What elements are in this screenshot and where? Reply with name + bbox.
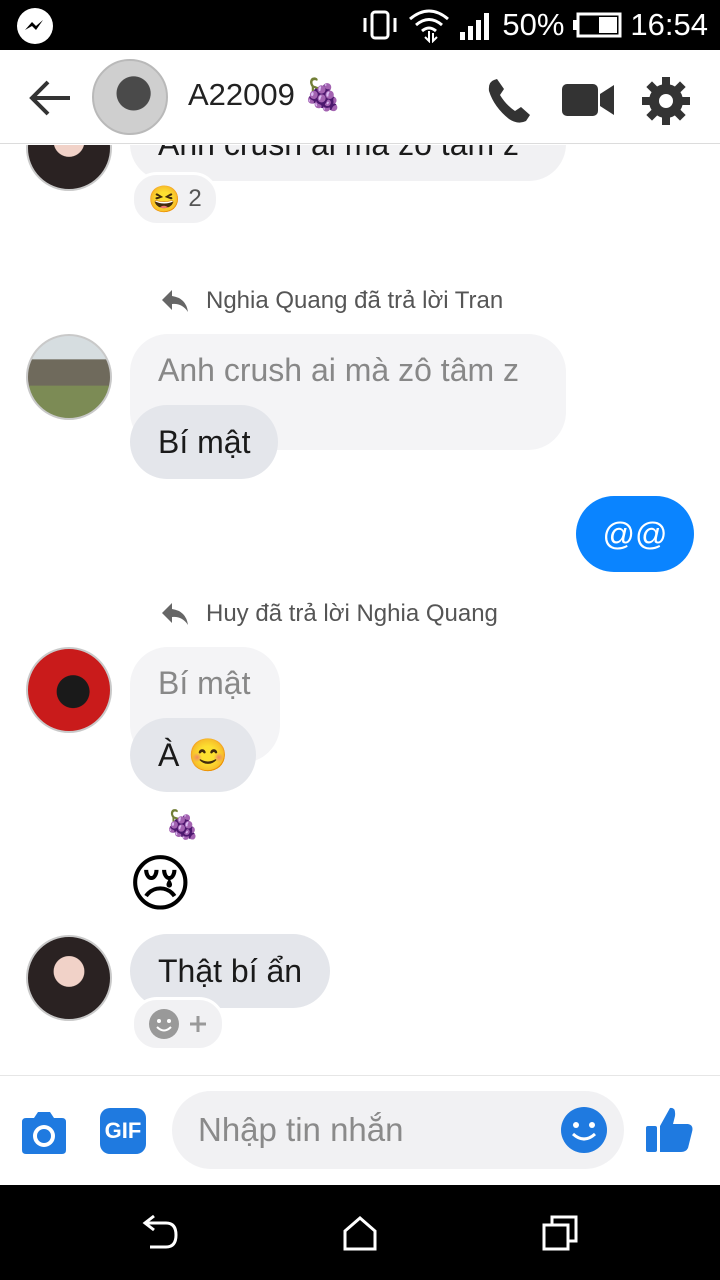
system-nav-bar (0, 1185, 720, 1280)
add-reaction-button[interactable] (131, 997, 225, 1051)
battery-icon (573, 12, 622, 38)
phone-icon[interactable] (484, 75, 536, 127)
sent-message-bubble[interactable]: @@ (576, 496, 694, 572)
laughing-emoji-icon: 😆 (148, 183, 181, 214)
signal-icon (460, 13, 490, 40)
reply-indicator: Huy đã trả lời Nghia Quang (160, 600, 498, 628)
reaction-count: 2 (188, 185, 202, 212)
wifi-icon (409, 9, 450, 43)
sender-avatar[interactable] (26, 647, 112, 733)
group-avatar[interactable] (92, 59, 168, 135)
reply-label: Nghia Quang đã trả lời Tran (206, 287, 504, 314)
crying-emoji-message[interactable]: 😢 (128, 853, 193, 915)
message-input-placeholder: Nhập tin nhắn (198, 1111, 404, 1148)
message-bubble[interactable]: À 😊 (130, 718, 257, 792)
status-bar: 50% 16:54 (0, 0, 720, 50)
plus-icon (190, 1016, 206, 1032)
grape-emoji-icon: 🍇 (165, 808, 200, 841)
settings-gear-icon[interactable] (640, 75, 692, 127)
home-nav-icon[interactable] (340, 1213, 380, 1253)
back-nav-icon[interactable] (140, 1213, 180, 1253)
recents-nav-icon[interactable] (540, 1213, 580, 1253)
vibrate-icon (363, 10, 397, 40)
back-arrow-icon[interactable] (26, 76, 76, 120)
emoji-picker-icon[interactable] (560, 1106, 608, 1154)
smiley-icon (149, 1009, 179, 1039)
reply-indicator: Nghia Quang đã trả lời Tran (160, 287, 503, 315)
clock: 16:54 (630, 7, 708, 42)
composer-bar: GIF Nhập tin nhắn (0, 1075, 720, 1185)
messenger-icon (17, 8, 53, 44)
conversation-header: A22009 🍇 (0, 50, 720, 144)
sender-avatar[interactable] (26, 334, 112, 420)
reply-arrow-icon (162, 603, 188, 625)
message-list[interactable]: Anh crush ai mà zô tâm z 😆 2 Nghia Quang… (0, 145, 720, 1075)
battery-percent: 50% (502, 7, 565, 42)
thumbs-up-icon[interactable] (644, 1104, 696, 1156)
reply-label: Huy đã trả lời Nghia Quang (206, 600, 498, 627)
reply-arrow-icon (162, 290, 188, 312)
sender-avatar[interactable] (26, 935, 112, 1021)
message-bubble[interactable]: Bí mật (130, 405, 279, 479)
reaction-pill[interactable]: 😆 2 (131, 172, 219, 226)
message-input[interactable]: Nhập tin nhắn (172, 1091, 624, 1169)
gif-button[interactable]: GIF (100, 1108, 146, 1154)
conversation-title[interactable]: A22009 🍇 (188, 76, 342, 113)
sender-avatar[interactable] (26, 145, 112, 191)
camera-icon[interactable] (18, 1110, 70, 1156)
video-camera-icon[interactable] (560, 80, 616, 120)
